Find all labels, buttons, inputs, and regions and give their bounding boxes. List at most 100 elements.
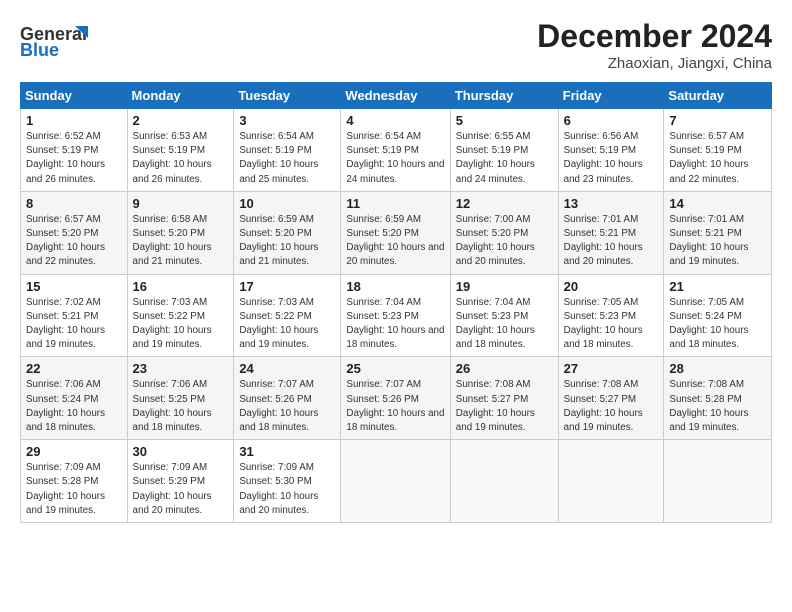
header-tuesday: Tuesday <box>234 83 341 109</box>
table-row: 28 Sunrise: 7:08 AMSunset: 5:28 PMDaylig… <box>664 357 772 440</box>
table-row <box>558 440 664 523</box>
day-info: Sunrise: 7:06 AMSunset: 5:24 PMDaylight:… <box>26 379 105 433</box>
table-row: 29 Sunrise: 7:09 AMSunset: 5:28 PMDaylig… <box>21 440 128 523</box>
svg-text:Blue: Blue <box>20 40 59 58</box>
day-number: 12 <box>456 196 553 211</box>
calendar-week-row: 22 Sunrise: 7:06 AMSunset: 5:24 PMDaylig… <box>21 357 772 440</box>
logo-icon: General Blue <box>20 18 90 63</box>
day-info: Sunrise: 7:08 AMSunset: 5:27 PMDaylight:… <box>564 379 643 433</box>
day-info: Sunrise: 7:07 AMSunset: 5:26 PMDaylight:… <box>239 379 318 433</box>
day-number: 28 <box>669 361 766 376</box>
day-info: Sunrise: 6:52 AMSunset: 5:19 PMDaylight:… <box>26 131 105 185</box>
day-number: 25 <box>346 361 444 376</box>
header-saturday: Saturday <box>664 83 772 109</box>
day-number: 21 <box>669 279 766 294</box>
table-row: 1 Sunrise: 6:52 AMSunset: 5:19 PMDayligh… <box>21 109 128 192</box>
day-info: Sunrise: 7:07 AMSunset: 5:26 PMDaylight:… <box>346 379 444 433</box>
day-info: Sunrise: 6:54 AMSunset: 5:19 PMDaylight:… <box>346 131 444 185</box>
day-info: Sunrise: 7:09 AMSunset: 5:29 PMDaylight:… <box>133 462 212 516</box>
day-info: Sunrise: 7:09 AMSunset: 5:30 PMDaylight:… <box>239 462 318 516</box>
table-row: 4 Sunrise: 6:54 AMSunset: 5:19 PMDayligh… <box>341 109 450 192</box>
day-number: 1 <box>26 113 122 128</box>
table-row: 14 Sunrise: 7:01 AMSunset: 5:21 PMDaylig… <box>664 191 772 274</box>
table-row: 5 Sunrise: 6:55 AMSunset: 5:19 PMDayligh… <box>450 109 558 192</box>
day-info: Sunrise: 7:08 AMSunset: 5:28 PMDaylight:… <box>669 379 748 433</box>
header-sunday: Sunday <box>21 83 128 109</box>
day-info: Sunrise: 6:59 AMSunset: 5:20 PMDaylight:… <box>346 214 444 268</box>
header-thursday: Thursday <box>450 83 558 109</box>
day-number: 15 <box>26 279 122 294</box>
table-row: 11 Sunrise: 6:59 AMSunset: 5:20 PMDaylig… <box>341 191 450 274</box>
header-monday: Monday <box>127 83 234 109</box>
day-number: 13 <box>564 196 659 211</box>
day-number: 20 <box>564 279 659 294</box>
day-info: Sunrise: 7:04 AMSunset: 5:23 PMDaylight:… <box>346 297 444 351</box>
day-info: Sunrise: 7:08 AMSunset: 5:27 PMDaylight:… <box>456 379 535 433</box>
day-info: Sunrise: 6:57 AMSunset: 5:19 PMDaylight:… <box>669 131 748 185</box>
day-info: Sunrise: 7:00 AMSunset: 5:20 PMDaylight:… <box>456 214 535 268</box>
table-row: 16 Sunrise: 7:03 AMSunset: 5:22 PMDaylig… <box>127 274 234 357</box>
day-info: Sunrise: 6:57 AMSunset: 5:20 PMDaylight:… <box>26 214 105 268</box>
table-row: 13 Sunrise: 7:01 AMSunset: 5:21 PMDaylig… <box>558 191 664 274</box>
day-info: Sunrise: 7:03 AMSunset: 5:22 PMDaylight:… <box>239 297 318 351</box>
table-row: 8 Sunrise: 6:57 AMSunset: 5:20 PMDayligh… <box>21 191 128 274</box>
page: General Blue December 2024 Zhaoxian, Jia… <box>0 0 792 612</box>
day-number: 27 <box>564 361 659 376</box>
day-number: 2 <box>133 113 229 128</box>
day-number: 6 <box>564 113 659 128</box>
day-number: 29 <box>26 444 122 459</box>
day-number: 19 <box>456 279 553 294</box>
table-row: 20 Sunrise: 7:05 AMSunset: 5:23 PMDaylig… <box>558 274 664 357</box>
calendar-week-row: 8 Sunrise: 6:57 AMSunset: 5:20 PMDayligh… <box>21 191 772 274</box>
table-row: 19 Sunrise: 7:04 AMSunset: 5:23 PMDaylig… <box>450 274 558 357</box>
day-number: 18 <box>346 279 444 294</box>
day-number: 11 <box>346 196 444 211</box>
day-info: Sunrise: 7:01 AMSunset: 5:21 PMDaylight:… <box>564 214 643 268</box>
table-row: 2 Sunrise: 6:53 AMSunset: 5:19 PMDayligh… <box>127 109 234 192</box>
table-row: 21 Sunrise: 7:05 AMSunset: 5:24 PMDaylig… <box>664 274 772 357</box>
day-info: Sunrise: 7:04 AMSunset: 5:23 PMDaylight:… <box>456 297 535 351</box>
day-number: 16 <box>133 279 229 294</box>
header: General Blue December 2024 Zhaoxian, Jia… <box>20 18 772 72</box>
day-number: 22 <box>26 361 122 376</box>
header-friday: Friday <box>558 83 664 109</box>
day-number: 23 <box>133 361 229 376</box>
day-number: 30 <box>133 444 229 459</box>
day-info: Sunrise: 7:05 AMSunset: 5:24 PMDaylight:… <box>669 297 748 351</box>
table-row <box>341 440 450 523</box>
table-row: 24 Sunrise: 7:07 AMSunset: 5:26 PMDaylig… <box>234 357 341 440</box>
calendar-table: Sunday Monday Tuesday Wednesday Thursday… <box>20 82 772 523</box>
subtitle: Zhaoxian, Jiangxi, China <box>537 55 772 72</box>
table-row: 25 Sunrise: 7:07 AMSunset: 5:26 PMDaylig… <box>341 357 450 440</box>
day-info: Sunrise: 7:05 AMSunset: 5:23 PMDaylight:… <box>564 297 643 351</box>
day-info: Sunrise: 6:54 AMSunset: 5:19 PMDaylight:… <box>239 131 318 185</box>
logo: General Blue <box>20 18 90 63</box>
day-number: 3 <box>239 113 335 128</box>
day-info: Sunrise: 6:56 AMSunset: 5:19 PMDaylight:… <box>564 131 643 185</box>
table-row: 17 Sunrise: 7:03 AMSunset: 5:22 PMDaylig… <box>234 274 341 357</box>
day-number: 10 <box>239 196 335 211</box>
calendar-week-row: 15 Sunrise: 7:02 AMSunset: 5:21 PMDaylig… <box>21 274 772 357</box>
table-row: 27 Sunrise: 7:08 AMSunset: 5:27 PMDaylig… <box>558 357 664 440</box>
day-info: Sunrise: 6:58 AMSunset: 5:20 PMDaylight:… <box>133 214 212 268</box>
table-row: 7 Sunrise: 6:57 AMSunset: 5:19 PMDayligh… <box>664 109 772 192</box>
table-row <box>450 440 558 523</box>
day-info: Sunrise: 6:55 AMSunset: 5:19 PMDaylight:… <box>456 131 535 185</box>
table-row: 10 Sunrise: 6:59 AMSunset: 5:20 PMDaylig… <box>234 191 341 274</box>
table-row: 22 Sunrise: 7:06 AMSunset: 5:24 PMDaylig… <box>21 357 128 440</box>
title-block: December 2024 Zhaoxian, Jiangxi, China <box>537 18 772 72</box>
day-number: 4 <box>346 113 444 128</box>
table-row: 15 Sunrise: 7:02 AMSunset: 5:21 PMDaylig… <box>21 274 128 357</box>
day-number: 31 <box>239 444 335 459</box>
table-row: 18 Sunrise: 7:04 AMSunset: 5:23 PMDaylig… <box>341 274 450 357</box>
day-number: 26 <box>456 361 553 376</box>
main-title: December 2024 <box>537 18 772 55</box>
day-number: 17 <box>239 279 335 294</box>
table-row: 30 Sunrise: 7:09 AMSunset: 5:29 PMDaylig… <box>127 440 234 523</box>
header-wednesday: Wednesday <box>341 83 450 109</box>
day-number: 7 <box>669 113 766 128</box>
weekday-header-row: Sunday Monday Tuesday Wednesday Thursday… <box>21 83 772 109</box>
table-row: 9 Sunrise: 6:58 AMSunset: 5:20 PMDayligh… <box>127 191 234 274</box>
day-number: 5 <box>456 113 553 128</box>
table-row: 3 Sunrise: 6:54 AMSunset: 5:19 PMDayligh… <box>234 109 341 192</box>
